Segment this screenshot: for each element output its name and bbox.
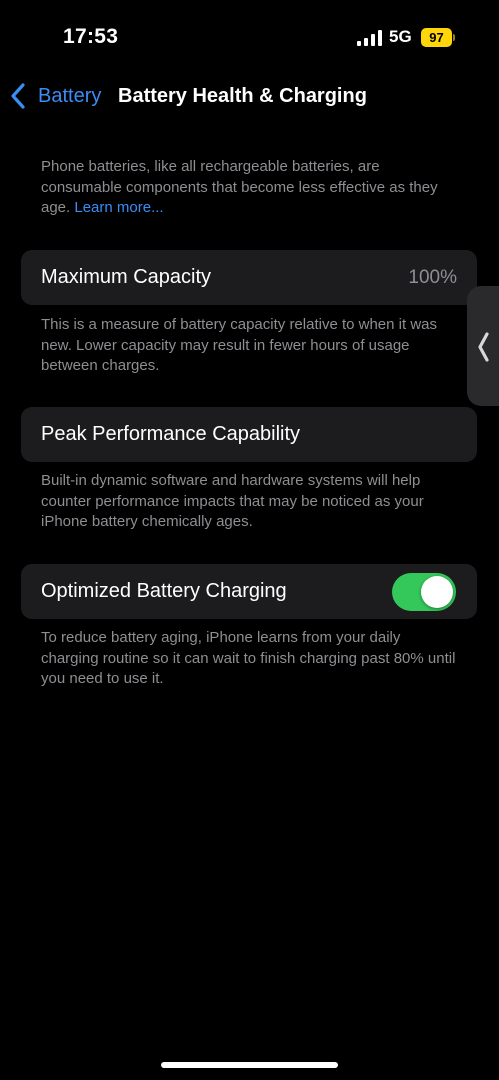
intro-description: Phone batteries, like all rechargeable b… <box>41 157 461 219</box>
battery-level: 97 <box>429 30 444 45</box>
status-bar: 17:53 5G 97 <box>0 0 499 70</box>
back-button[interactable]: Battery <box>10 83 101 109</box>
maximum-capacity-cell: Maximum Capacity 100% <box>21 250 477 305</box>
maximum-capacity-value: 100% <box>408 267 457 288</box>
optimized-charging-description: To reduce battery aging, iPhone learns f… <box>41 629 456 687</box>
maximum-capacity-description: This is a measure of battery capacity re… <box>41 316 438 374</box>
status-time: 17:53 <box>63 25 119 48</box>
optimized-charging-toggle[interactable] <box>392 573 456 611</box>
peak-performance-cell: Peak Performance Capability <box>21 407 477 462</box>
back-button-label: Battery <box>38 84 102 107</box>
peak-performance-description: Built-in dynamic software and hardware s… <box>41 472 424 530</box>
network-type: 5G <box>389 27 412 46</box>
battery-tip <box>453 34 455 41</box>
chevron-left-icon <box>11 83 25 109</box>
maximum-capacity-label: Maximum Capacity <box>41 266 212 288</box>
navigation-bar: Battery Battery Health & Charging <box>0 80 499 114</box>
page-title: Battery Health & Charging <box>118 85 367 107</box>
optimized-charging-cell: Optimized Battery Charging <box>21 564 477 619</box>
learn-more-link[interactable]: Learn more... <box>74 199 163 216</box>
optimized-charging-label: Optimized Battery Charging <box>41 580 287 602</box>
side-panel-handle[interactable] <box>467 286 499 406</box>
home-indicator[interactable] <box>161 1062 338 1068</box>
toggle-knob <box>421 576 453 608</box>
chevron-left-icon <box>478 332 489 362</box>
peak-performance-label: Peak Performance Capability <box>41 423 301 445</box>
battery-icon: 97 <box>421 28 452 47</box>
signal-bars-icon <box>357 30 382 46</box>
